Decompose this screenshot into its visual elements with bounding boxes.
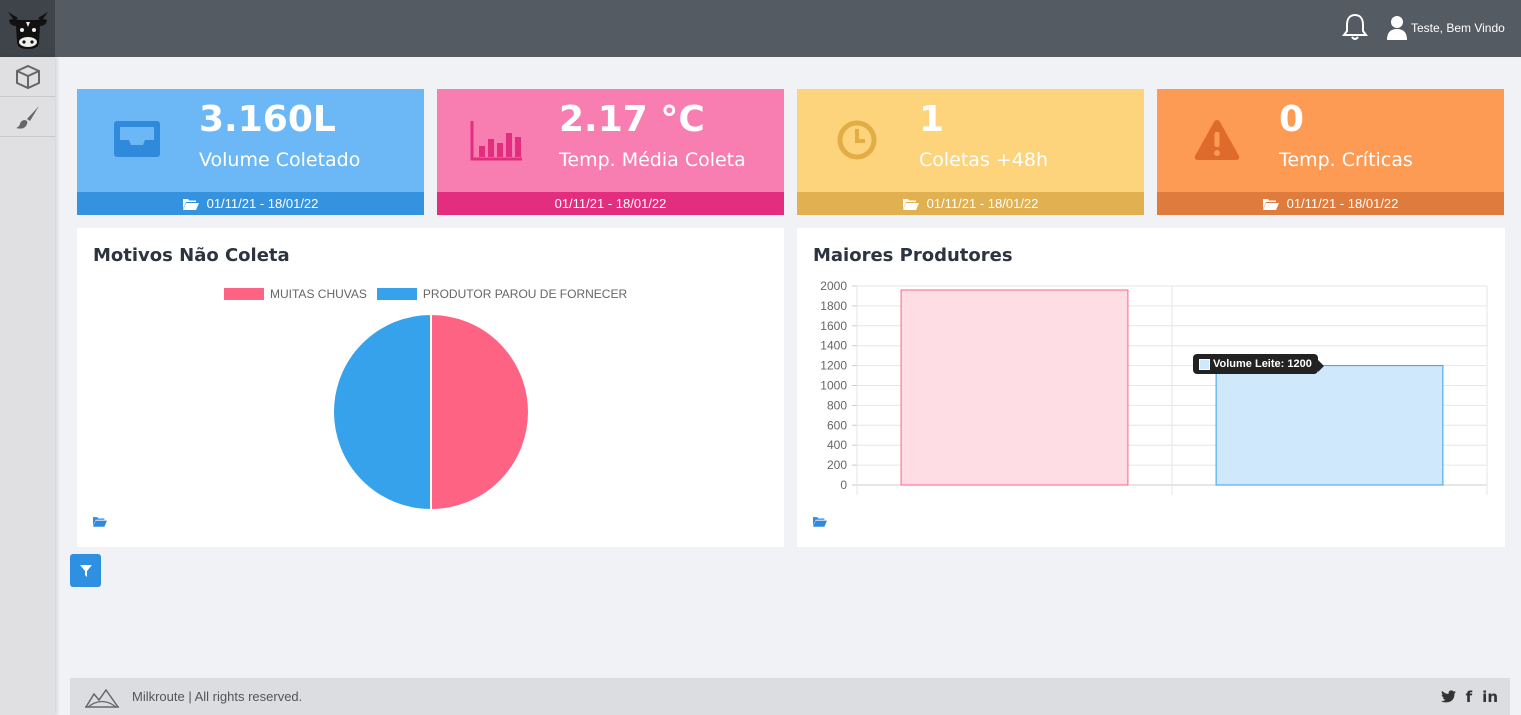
bar-chart-icon [470, 121, 522, 161]
pie-slice [332, 312, 432, 512]
card-icon [1187, 117, 1247, 163]
panel-title: Maiores Produtores [813, 245, 1013, 266]
tooltip-text: Volume Leite: 1200 [1213, 358, 1312, 370]
bar-chart[interactable]: 0 200 400 600 800 1000 1200 1400 1600 1800 2000 [797, 276, 1505, 498]
period-text: 01/11/21 - 18/01/22 [926, 196, 1039, 211]
legend-label: PRODUTOR PAROU DE FORNECER [422, 287, 628, 301]
panel-reasons: Motivos Não Coleta MUITAS CHUVAS PRODUTO… [77, 228, 784, 547]
facebook-icon[interactable]: f [1466, 688, 1473, 706]
y-tick-label: 1600 [820, 319, 847, 333]
warning-icon [1194, 120, 1240, 160]
sidebar [0, 57, 55, 715]
stat-label: Temp. Média Coleta [559, 149, 746, 171]
stat-value: 3.160L [199, 99, 336, 140]
legend-item[interactable]: PRODUTOR PAROU DE FORNECER [376, 287, 628, 301]
filter-icon [79, 564, 92, 577]
chart-tooltip: Volume Leite: 1200 [1193, 354, 1324, 374]
user-icon [1387, 16, 1407, 40]
folder-open-icon [902, 198, 919, 210]
card-footer: 01/11/21 - 18/01/22 [797, 192, 1144, 215]
cow-logo-icon [7, 11, 48, 49]
period-text: 01/11/21 - 18/01/22 [554, 196, 667, 211]
card-icon [107, 117, 167, 163]
y-tick-label: 1800 [820, 299, 847, 313]
stat-label: Volume Coletado [199, 149, 361, 171]
y-tick-label: 1200 [820, 359, 847, 373]
stat-value: 1 [919, 99, 945, 140]
inbox-icon [114, 121, 160, 157]
y-tick-label: 400 [827, 438, 847, 452]
y-tick-label: 1400 [820, 339, 847, 353]
top-bar: Teste, Bem Vindo [0, 0, 1521, 57]
folder-open-icon [1262, 198, 1279, 210]
stat-card-critical: 0 Temp. Críticas 01/11/21 - 18/01/22 [1157, 89, 1504, 215]
clock-icon [837, 120, 877, 160]
legend-label: MUITAS CHUVAS [270, 287, 367, 301]
filter-button[interactable] [70, 554, 101, 587]
stat-card-temperature: 2.17 °C Temp. Média Coleta 01/11/21 - 18… [437, 89, 784, 215]
bar [1215, 365, 1444, 486]
stat-card-volume: 3.160L Volume Coletado 01/11/21 - 18/01/… [77, 89, 424, 215]
pie-chart[interactable] [331, 312, 531, 512]
cube-icon [15, 64, 40, 89]
folder-open-icon[interactable] [93, 516, 107, 527]
user-menu[interactable]: Teste, Bem Vindo [1386, 13, 1505, 43]
stat-card-collections: 1 Coletas +48h 01/11/21 - 18/01/22 [797, 89, 1144, 215]
user-greeting: Teste, Bem Vindo [1411, 21, 1505, 35]
footer-text: Milkroute | All rights reserved. [132, 689, 303, 704]
stat-value: 2.17 °C [559, 99, 705, 140]
period-text: 01/11/21 - 18/01/22 [206, 196, 319, 211]
y-tick-label: 200 [827, 458, 847, 472]
bell-icon[interactable] [1340, 12, 1370, 42]
stat-label: Temp. Críticas [1279, 149, 1413, 171]
panel-title: Motivos Não Coleta [93, 245, 290, 266]
legend-swatch [224, 288, 264, 300]
sidebar-item-cube[interactable] [0, 57, 55, 97]
tooltip-swatch [1199, 358, 1210, 370]
card-footer: 01/11/21 - 18/01/22 [437, 192, 784, 215]
milkroute-logo-icon [85, 688, 119, 708]
twitter-icon[interactable] [1440, 690, 1456, 703]
legend-swatch [376, 288, 417, 300]
social-links: f in [1440, 678, 1498, 715]
y-tick-label: 2000 [820, 279, 847, 293]
sidebar-item-brush[interactable] [0, 97, 55, 137]
y-tick-label: 600 [827, 418, 847, 432]
folder-open-icon [182, 198, 199, 210]
pie-legend: MUITAS CHUVAS PRODUTOR PAROU DE FORNECER [224, 287, 637, 301]
footer: Milkroute | All rights reserved. f in [70, 678, 1510, 715]
card-icon [827, 117, 887, 163]
folder-open-icon[interactable] [813, 516, 827, 527]
card-footer: 01/11/21 - 18/01/22 [1157, 192, 1504, 215]
legend-item[interactable]: MUITAS CHUVAS [224, 287, 367, 301]
y-tick-label: 0 [840, 478, 847, 492]
stat-value: 0 [1279, 99, 1305, 140]
y-tick-label: 800 [827, 398, 847, 412]
bar [900, 289, 1129, 486]
card-icon [467, 117, 527, 163]
app-logo[interactable] [0, 0, 55, 57]
y-tick-label: 1000 [820, 379, 847, 393]
linkedin-icon[interactable]: in [1482, 688, 1498, 706]
card-footer: 01/11/21 - 18/01/22 [77, 192, 424, 215]
period-text: 01/11/21 - 18/01/22 [1286, 196, 1399, 211]
pie-slice [430, 312, 530, 512]
stat-label: Coletas +48h [919, 149, 1049, 171]
paintbrush-icon [15, 105, 39, 129]
panel-producers: Maiores Produtores 0 200 400 600 800 1000 1200… [797, 228, 1505, 547]
